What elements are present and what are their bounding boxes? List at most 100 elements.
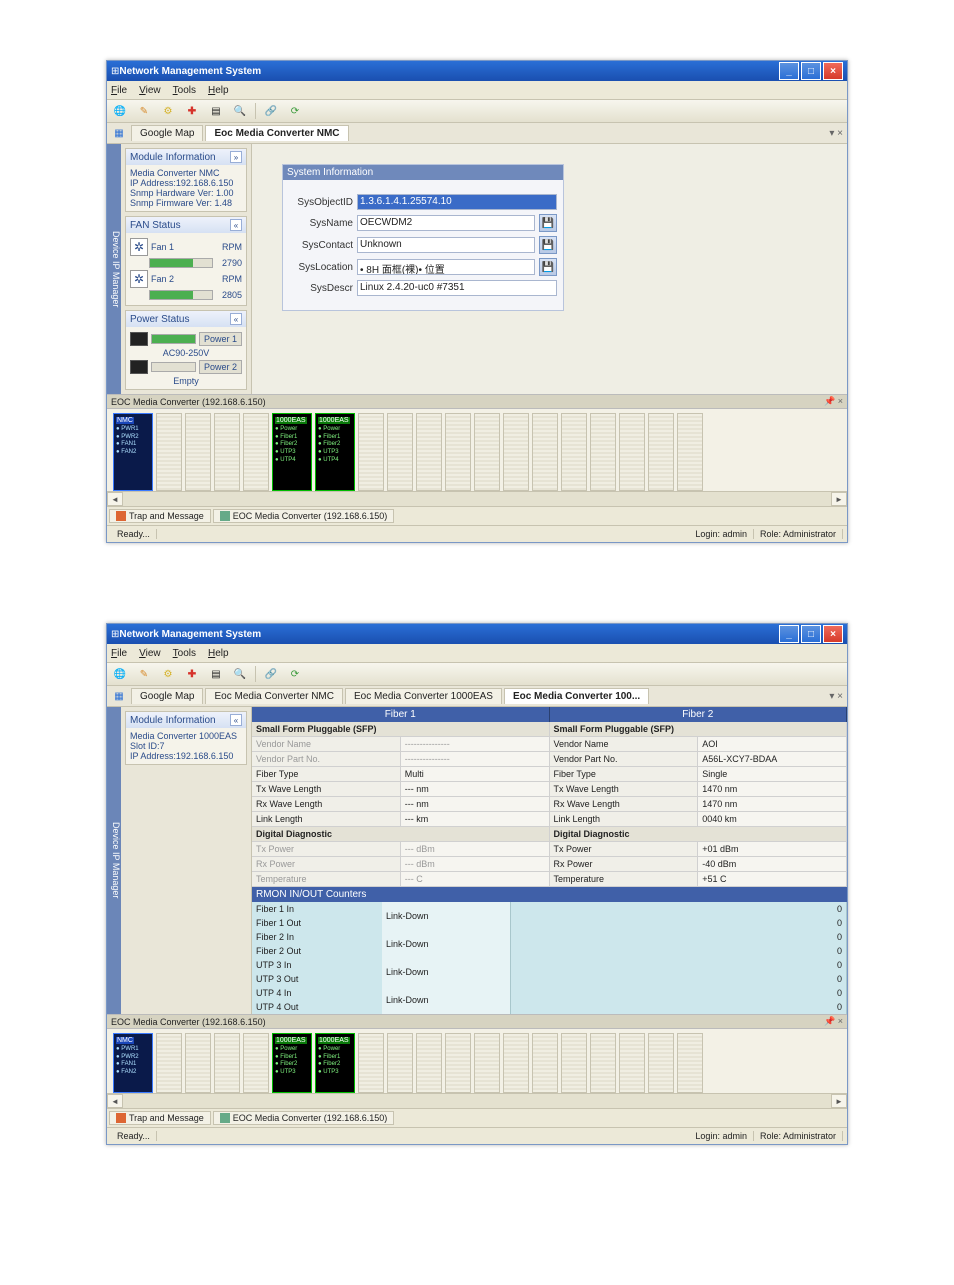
refresh-icon[interactable]: ⟳ (286, 102, 304, 120)
horizontal-scrollbar[interactable]: ◄► (107, 1093, 847, 1108)
slot-empty[interactable] (445, 413, 471, 491)
collapse-button[interactable]: « (230, 313, 242, 325)
gear-icon[interactable]: ⚙ (159, 665, 177, 683)
slot-empty[interactable] (677, 413, 703, 491)
slot-empty[interactable] (503, 1033, 529, 1093)
slot-empty[interactable] (358, 413, 384, 491)
menu-tools[interactable]: Tools (173, 85, 196, 96)
slot-empty[interactable] (619, 1033, 645, 1093)
search-icon[interactable]: 🔍 (231, 102, 249, 120)
tab-google-map[interactable]: Google Map (131, 125, 203, 141)
slot-empty[interactable] (387, 1033, 413, 1093)
slot-empty[interactable] (156, 1033, 182, 1093)
pin-icon[interactable]: 📌 × (824, 396, 843, 407)
tab-trap-message[interactable]: Trap and Message (109, 509, 211, 523)
tab-nmc[interactable]: Eoc Media Converter NMC (205, 125, 348, 141)
tab-1000eas[interactable]: Eoc Media Converter 1000EAS (345, 688, 502, 704)
refresh-icon[interactable]: ⟳ (286, 665, 304, 683)
slot-empty[interactable] (156, 413, 182, 491)
slot-1000eas[interactable]: 1000EAS ● Power ● Fiber1 ● Fiber2 ● UTP3… (272, 413, 312, 491)
plus-icon[interactable]: ✚ (183, 102, 201, 120)
save-icon[interactable]: 💾 (539, 236, 557, 254)
device-icon[interactable]: ▤ (207, 102, 225, 120)
slot-empty[interactable] (243, 413, 269, 491)
slot-empty[interactable] (243, 1033, 269, 1093)
device-icon[interactable]: ▤ (207, 665, 225, 683)
slot-empty[interactable] (590, 413, 616, 491)
slot-empty[interactable] (648, 413, 674, 491)
menu-file[interactable]: File (111, 648, 127, 659)
maximize-button[interactable]: □ (801, 62, 821, 80)
slot-empty[interactable] (532, 1033, 558, 1093)
scroll-left-icon[interactable]: ◄ (107, 1094, 123, 1108)
menu-help[interactable]: Help (208, 648, 229, 659)
tab-100[interactable]: Eoc Media Converter 100... (504, 688, 649, 704)
chassis-rack[interactable]: NMC ● PWR1 ● PWR2 ● FAN1 ● FAN2 1000EAS … (113, 413, 841, 491)
close-button[interactable]: × (823, 625, 843, 643)
tablist-icon[interactable]: ▦ (111, 125, 127, 141)
scroll-left-icon[interactable]: ◄ (107, 492, 123, 506)
slot-empty[interactable] (416, 413, 442, 491)
connect-icon[interactable]: 🔗 (262, 102, 280, 120)
tab-dropdown-icon[interactable]: ▾ × (829, 691, 843, 702)
syscontact-input[interactable]: Unknown (357, 237, 535, 253)
slot-empty[interactable] (648, 1033, 674, 1093)
slot-empty[interactable] (561, 1033, 587, 1093)
slot-empty[interactable] (474, 1033, 500, 1093)
search-icon[interactable]: 🔍 (231, 665, 249, 683)
menu-file[interactable]: FFileile (111, 85, 127, 96)
slot-empty[interactable] (677, 1033, 703, 1093)
pencil-icon[interactable]: ✎ (135, 102, 153, 120)
tab-trap-message[interactable]: Trap and Message (109, 1111, 211, 1125)
pin-icon[interactable]: 📌 × (824, 1016, 843, 1027)
slot-empty[interactable] (214, 1033, 240, 1093)
menu-view[interactable]: View (139, 648, 161, 659)
slot-empty[interactable] (358, 1033, 384, 1093)
menu-view[interactable]: View (139, 85, 161, 96)
sysname-input[interactable]: OECWDM2 (357, 215, 535, 231)
tab-google-map[interactable]: Google Map (131, 688, 203, 704)
globe-icon[interactable]: 🌐 (111, 102, 129, 120)
menu-help[interactable]: Help (208, 85, 229, 96)
horizontal-scrollbar[interactable]: ◄► (107, 491, 847, 506)
slot-1000eas[interactable]: 1000EAS ● Power ● Fiber1 ● Fiber2 ● UTP3 (272, 1033, 312, 1093)
device-ip-manager-tab[interactable]: Device IP Manager (107, 707, 121, 1014)
tab-dropdown-icon[interactable]: ▾ × (829, 128, 843, 139)
slot-empty[interactable] (185, 413, 211, 491)
collapse-button[interactable]: « (230, 714, 242, 726)
pencil-icon[interactable]: ✎ (135, 665, 153, 683)
slot-empty[interactable] (619, 413, 645, 491)
scroll-right-icon[interactable]: ► (831, 1094, 847, 1108)
tab-chassis[interactable]: EOC Media Converter (192.168.6.150) (213, 1111, 395, 1125)
slot-empty[interactable] (214, 413, 240, 491)
minimize-button[interactable]: _ (779, 62, 799, 80)
menu-tools[interactable]: Tools (173, 648, 196, 659)
maximize-button[interactable]: □ (801, 625, 821, 643)
slot-empty[interactable] (561, 413, 587, 491)
slot-empty[interactable] (590, 1033, 616, 1093)
save-icon[interactable]: 💾 (539, 258, 557, 276)
tablist-icon[interactable]: ▦ (111, 688, 127, 704)
save-icon[interactable]: 💾 (539, 214, 557, 232)
nmc-module[interactable]: NMC ● PWR1 ● PWR2 ● FAN1 ● FAN2 (113, 1033, 153, 1093)
slot-empty[interactable] (185, 1033, 211, 1093)
connect-icon[interactable]: 🔗 (262, 665, 280, 683)
chassis-rack[interactable]: NMC ● PWR1 ● PWR2 ● FAN1 ● FAN2 1000EAS … (113, 1033, 841, 1093)
close-button[interactable]: × (823, 62, 843, 80)
plus-icon[interactable]: ✚ (183, 665, 201, 683)
syslocation-input[interactable]: • 8H 面框(裸)• 位置 (357, 259, 535, 275)
collapse-button[interactable]: « (230, 219, 242, 231)
slot-empty[interactable] (387, 413, 413, 491)
slot-empty[interactable] (416, 1033, 442, 1093)
tab-chassis[interactable]: EOC Media Converter (192.168.6.150) (213, 509, 395, 523)
globe-icon[interactable]: 🌐 (111, 665, 129, 683)
slot-empty[interactable] (532, 413, 558, 491)
nmc-module[interactable]: NMC ● PWR1 ● PWR2 ● FAN1 ● FAN2 (113, 413, 153, 491)
tab-nmc[interactable]: Eoc Media Converter NMC (205, 688, 342, 704)
device-ip-manager-tab[interactable]: Device IP Manager (107, 144, 121, 394)
minimize-button[interactable]: _ (779, 625, 799, 643)
scroll-right-icon[interactable]: ► (831, 492, 847, 506)
slot-empty[interactable] (474, 413, 500, 491)
slot-1000eas[interactable]: 1000EAS ● Power ● Fiber1 ● Fiber2 ● UTP3 (315, 1033, 355, 1093)
slot-1000eas[interactable]: 1000EAS ● Power ● Fiber1 ● Fiber2 ● UTP3… (315, 413, 355, 491)
